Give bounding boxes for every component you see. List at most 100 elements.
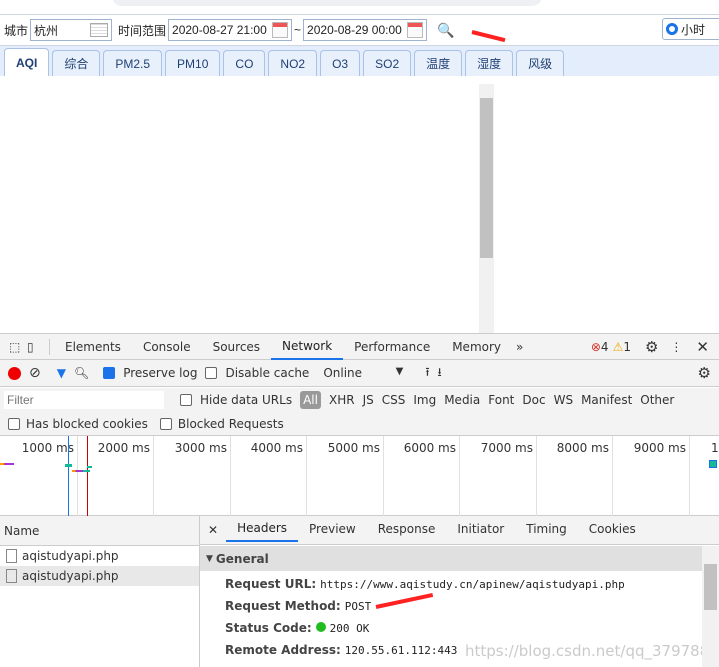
disable-cache-checkbox[interactable] — [205, 367, 218, 379]
tab-cookies[interactable]: Cookies — [578, 516, 647, 542]
radio-icon — [666, 23, 678, 35]
request-row[interactable]: aqistudyapi.php — [0, 566, 199, 586]
tab-performance[interactable]: Performance — [343, 334, 441, 360]
tick-label: 9000 ms — [633, 441, 686, 455]
blocked-requests-checkbox[interactable] — [159, 417, 172, 430]
error-count[interactable]: 4 — [601, 340, 609, 354]
header-status-code: Status Code: 200 OK — [225, 621, 370, 635]
tab-overall[interactable]: 综合 — [52, 50, 101, 76]
search-icon[interactable]: 🔍 — [437, 22, 454, 39]
name-column-header[interactable]: Name — [0, 516, 199, 546]
disable-cache-label[interactable]: Disable cache — [225, 366, 309, 380]
type-xhr[interactable]: XHR — [329, 393, 355, 407]
tab-network[interactable]: Network — [271, 334, 344, 360]
tab-humidity[interactable]: 湿度 — [465, 50, 514, 76]
export-har-icon[interactable]: ⭳ — [438, 363, 442, 384]
blocked-requests-label[interactable]: Blocked Requests — [178, 417, 284, 431]
hide-data-urls-label[interactable]: Hide data URLs — [200, 393, 292, 407]
network-settings-icon[interactable]: ⚙ — [698, 364, 711, 382]
request-bar — [0, 463, 14, 465]
tick: 4000 ms — [251, 436, 307, 516]
calendar-icon[interactable] — [407, 22, 424, 38]
tab-o3[interactable]: O3 — [320, 50, 361, 76]
throttle-select[interactable]: Online ▼ — [323, 366, 403, 380]
tab-preview[interactable]: Preview — [298, 516, 367, 542]
city-input[interactable]: 杭州 — [30, 19, 113, 41]
device-toolbar-icon[interactable]: ▯ — [27, 340, 49, 354]
inspect-icon[interactable]: ⬚ — [9, 340, 27, 354]
type-css[interactable]: CSS — [382, 393, 406, 407]
tab-memory[interactable]: Memory — [441, 334, 512, 360]
more-tabs-icon[interactable]: » — [516, 340, 523, 354]
tab-initiator[interactable]: Initiator — [446, 516, 515, 542]
tab-console[interactable]: Console — [132, 334, 202, 360]
blocked-row: Has blocked cookies Blocked Requests — [0, 412, 719, 436]
type-all[interactable]: All — [300, 391, 321, 409]
request-bar — [65, 464, 72, 467]
start-time-input[interactable]: 2020-08-27 21:00 — [168, 19, 293, 41]
close-detail-icon[interactable]: ✕ — [200, 516, 226, 544]
has-blocked-cookies-checkbox[interactable] — [8, 417, 20, 430]
filter-icon[interactable]: ▼ — [57, 366, 66, 380]
tab-timing[interactable]: Timing — [515, 516, 578, 542]
filter-input[interactable] — [4, 391, 164, 409]
type-media[interactable]: Media — [444, 393, 480, 407]
tick: 1000 ms — [22, 436, 78, 516]
tab-elements[interactable]: Elements — [54, 334, 132, 360]
type-img[interactable]: Img — [413, 393, 436, 407]
city-picker-icon[interactable] — [90, 23, 109, 37]
tick-label: 6000 ms — [403, 441, 456, 455]
search-icon[interactable]: 🔍︎ — [74, 366, 89, 380]
hour-radio[interactable]: 小时 — [662, 18, 719, 40]
warning-icon[interactable]: ⚠ — [613, 340, 624, 354]
request-bar — [87, 466, 92, 468]
tab-response[interactable]: Response — [367, 516, 447, 542]
request-bar — [709, 460, 717, 468]
detail-scrollbar[interactable] — [702, 546, 719, 667]
content-scrollbar[interactable] — [479, 84, 494, 334]
close-icon[interactable]: ✕ — [696, 338, 709, 356]
city-label: 城市 — [4, 23, 29, 38]
request-bar — [72, 470, 90, 472]
tab-aqi[interactable]: AQI — [4, 48, 50, 76]
clear-icon[interactable]: ⊘ — [29, 365, 41, 381]
watermark: https://blog.csdn.net/qq_37978800 — [465, 642, 719, 660]
type-doc[interactable]: Doc — [522, 393, 545, 407]
tab-sources[interactable]: Sources — [202, 334, 271, 360]
tab-co[interactable]: CO — [223, 50, 266, 76]
tab-temperature[interactable]: 温度 — [414, 50, 463, 76]
request-row[interactable]: aqistudyapi.php — [0, 546, 199, 566]
error-icon[interactable]: ⊗ — [591, 340, 601, 354]
tick-label: 8000 ms — [556, 441, 609, 455]
type-ws[interactable]: WS — [554, 393, 573, 407]
record-icon[interactable] — [8, 366, 21, 380]
warning-count[interactable]: 1 — [623, 340, 631, 354]
tab-pm25[interactable]: PM2.5 — [103, 50, 163, 76]
general-section-header[interactable]: ▼ General — [200, 546, 702, 571]
type-other[interactable]: Other — [640, 393, 674, 407]
type-js[interactable]: JS — [363, 393, 374, 407]
tick-label: 3000 ms — [174, 441, 227, 455]
header-remote-address: Remote Address: 120.55.61.112:443 — [225, 643, 458, 657]
import-har-icon[interactable]: ⭱ — [425, 363, 429, 384]
preserve-log-label[interactable]: Preserve log — [123, 366, 197, 380]
tab-no2[interactable]: NO2 — [268, 50, 318, 76]
tab-pm10[interactable]: PM10 — [165, 50, 221, 76]
preserve-log-checkbox[interactable] — [103, 367, 116, 379]
tick-label: 4000 ms — [250, 441, 303, 455]
has-blocked-cookies-label[interactable]: Has blocked cookies — [26, 417, 148, 431]
type-font[interactable]: Font — [488, 393, 514, 407]
tab-headers[interactable]: Headers — [226, 516, 299, 542]
hide-data-urls-checkbox[interactable] — [180, 394, 192, 406]
tick-label: 2000 ms — [97, 441, 150, 455]
settings-icon[interactable]: ⚙ — [645, 338, 658, 356]
end-time-input[interactable]: 2020-08-29 00:00 — [303, 19, 428, 41]
tab-wind[interactable]: 风级 — [516, 50, 565, 76]
kebab-menu-icon[interactable]: ⋮ — [670, 340, 682, 354]
tick: 9000 ms — [634, 436, 690, 516]
calendar-icon[interactable] — [272, 22, 289, 38]
tab-so2[interactable]: SO2 — [363, 50, 412, 76]
type-manifest[interactable]: Manifest — [581, 393, 632, 407]
timeline-overview[interactable]: 1000 ms 2000 ms 3000 ms 4000 ms 5000 ms … — [0, 436, 719, 516]
file-icon — [6, 569, 17, 583]
